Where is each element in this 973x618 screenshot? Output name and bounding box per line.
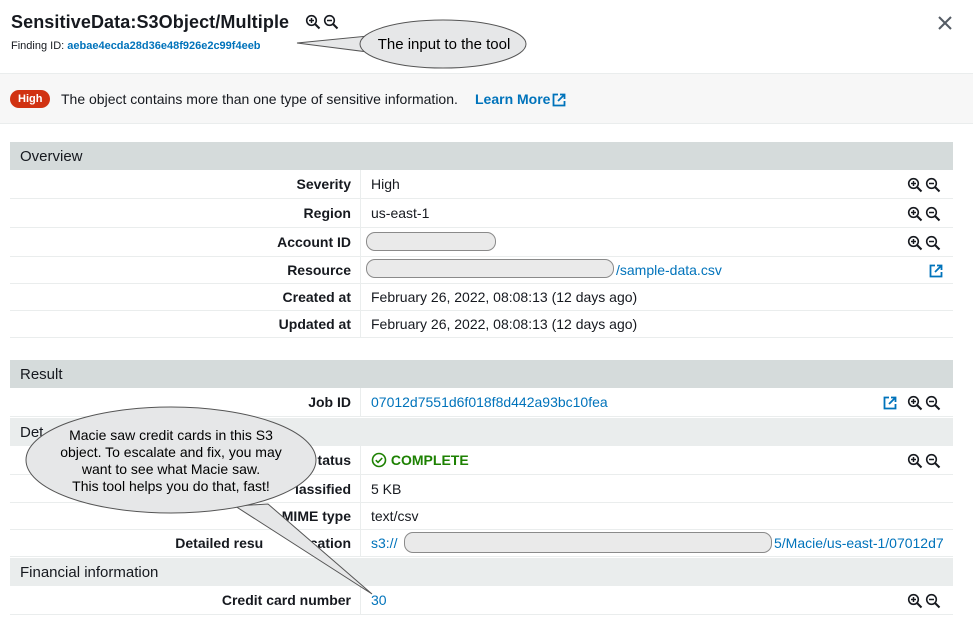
tool-callout-pointer — [296, 35, 369, 53]
callout-shapes — [25, 19, 527, 595]
macie-callout-text: Macie saw credit cards in this S3 object… — [60, 427, 282, 494]
macie-callout-pointer — [233, 503, 373, 595]
tool-callout-text: The input to the tool — [377, 36, 511, 53]
